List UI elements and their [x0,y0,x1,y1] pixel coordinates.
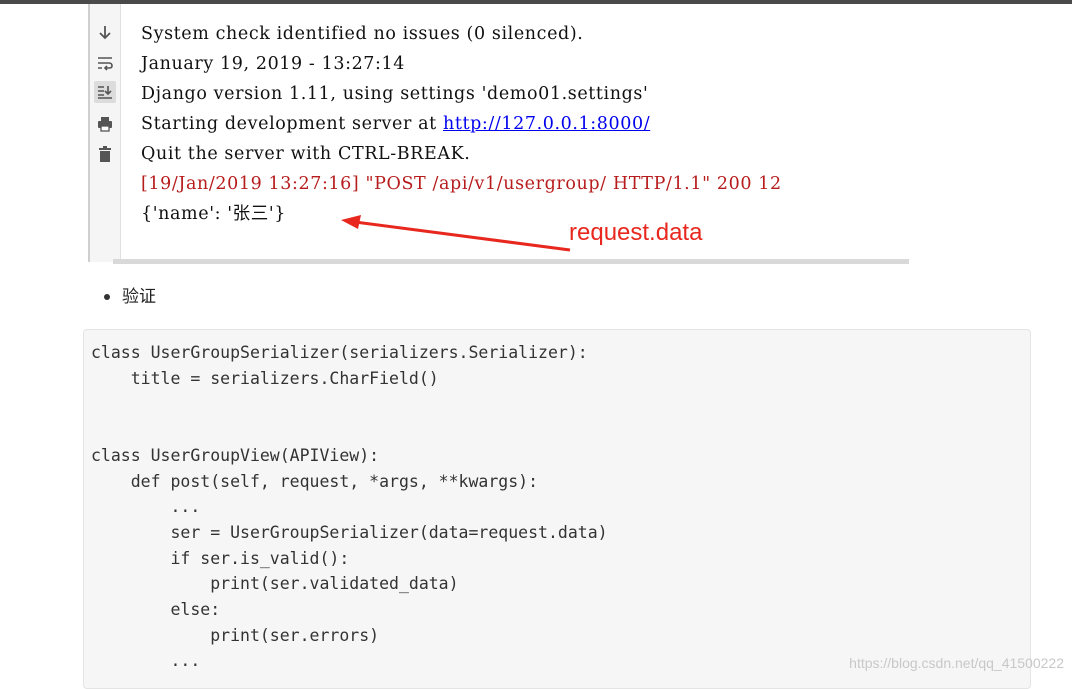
server-url-link[interactable]: http://127.0.0.1:8000/ [443,114,650,134]
annotation-arrow [341,215,571,252]
code-text: class UserGroupSerializer(serializers.Se… [91,343,608,671]
console-output: System check identified no issues (0 sil… [141,19,782,229]
request-log-line: [19/Jan/2019 13:27:16] "POST /api/v1/use… [141,174,782,194]
code-block: class UserGroupSerializer(serializers.Se… [83,329,1031,689]
list-item-text: 验证 [122,287,156,307]
console-toolbar [88,4,121,262]
print-icon[interactable] [94,113,116,135]
annotation-label: request.data [569,219,703,246]
console-line: Django version 1.11, using settings 'dem… [141,84,649,104]
console-scrollbar[interactable] [113,259,909,264]
list-item: 验证 [104,282,156,307]
trash-icon[interactable] [94,143,116,165]
console-line-text: Starting development server at [141,114,443,134]
console-line: System check identified no issues (0 sil… [141,24,584,44]
console-line: Quit the server with CTRL-BREAK. [141,144,471,164]
console-line: January 19, 2019 - 13:27:14 [141,54,406,74]
console-line: Starting development server at http://12… [141,109,782,139]
scroll-to-end-icon[interactable] [94,81,116,103]
soft-wrap-icon[interactable] [94,52,116,74]
arrow-down-icon[interactable] [94,22,116,44]
watermark: https://blog.csdn.net/qq_41500222 [849,655,1064,671]
bullet-dot [104,294,110,300]
